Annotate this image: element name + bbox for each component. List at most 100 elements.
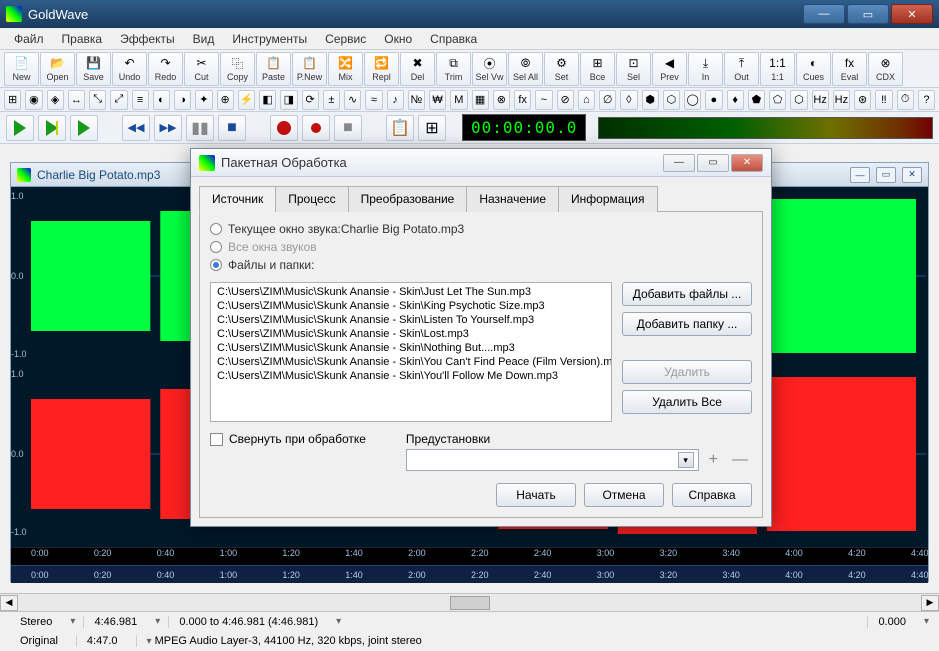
scroll-left-button[interactable]: ◀ — [0, 595, 18, 611]
delete-all-button[interactable]: Удалить Все — [622, 390, 752, 414]
menu-item-эффекты[interactable]: Эффекты — [112, 30, 183, 48]
toolbar-repl-button[interactable]: 🔁Repl — [364, 52, 399, 86]
toolbar-mix-button[interactable]: 🔀Mix — [328, 52, 363, 86]
horizontal-scrollbar[interactable]: ◀ ▶ — [0, 593, 939, 611]
minimize-button[interactable]: — — [803, 4, 845, 24]
menu-item-вид[interactable]: Вид — [185, 30, 223, 48]
fx-button-0[interactable]: ⊞ — [4, 90, 21, 110]
toolbar-cues-button[interactable]: ◐Cues — [796, 52, 831, 86]
toolbar-prev-button[interactable]: ◀Prev — [652, 52, 687, 86]
forward-button[interactable]: ▶▶ — [154, 115, 182, 141]
rewind-button[interactable]: ◀◀ — [122, 115, 150, 141]
play-loop-button[interactable] — [70, 115, 98, 141]
fx-button-29[interactable]: ◊ — [620, 90, 637, 110]
radio-files-folders[interactable]: Файлы и папки: — [210, 258, 752, 272]
fx-button-42[interactable]: ⏱ — [897, 90, 914, 110]
toolbar-undo-button[interactable]: ↶Undo — [112, 52, 147, 86]
toolbar-p-new-button[interactable]: 📋P.New — [292, 52, 327, 86]
fx-button-15[interactable]: ± — [323, 90, 340, 110]
fx-button-34[interactable]: ♦ — [727, 90, 744, 110]
preset-remove-button[interactable]: — — [728, 451, 752, 469]
fx-button-33[interactable]: ● — [705, 90, 722, 110]
menu-item-сервис[interactable]: Сервис — [317, 30, 374, 48]
add-files-button[interactable]: Добавить файлы ... — [622, 282, 752, 306]
tab-источник[interactable]: Источник — [199, 186, 276, 212]
toolbar-del-button[interactable]: ✖Del — [400, 52, 435, 86]
toolbar-open-button[interactable]: 📂Open — [40, 52, 75, 86]
start-button[interactable]: Начать — [496, 483, 576, 507]
pause-button[interactable]: ▮▮ — [186, 115, 214, 141]
minimize-checkbox-row[interactable]: Свернуть при обработке — [210, 432, 366, 446]
toolbar-save-button[interactable]: 💾Save — [76, 52, 111, 86]
fx-button-12[interactable]: ◧ — [259, 90, 276, 110]
toolbar-cut-button[interactable]: ✂Cut — [184, 52, 219, 86]
fx-button-28[interactable]: ∅ — [599, 90, 616, 110]
fx-button-13[interactable]: ◨ — [280, 90, 297, 110]
fx-button-32[interactable]: ◯ — [684, 90, 701, 110]
fx-button-14[interactable]: ⟳ — [302, 90, 319, 110]
fx-button-27[interactable]: ⌂ — [578, 90, 595, 110]
fx-button-3[interactable]: ↔ — [68, 90, 85, 110]
preset-dropdown[interactable]: ▾ — [406, 449, 699, 471]
toolbar-redo-button[interactable]: ↷Redo — [148, 52, 183, 86]
fx-button-36[interactable]: ⬠ — [769, 90, 786, 110]
play-yellow-button[interactable] — [38, 115, 66, 141]
dialog-minimize-button[interactable]: — — [663, 154, 695, 172]
fx-button-39[interactable]: Hz — [833, 90, 850, 110]
fx-button-20[interactable]: ₩ — [429, 90, 446, 110]
audio-close-button[interactable]: ✕ — [902, 167, 922, 183]
tab-информация[interactable]: Информация — [558, 186, 657, 212]
fx-button-35[interactable]: ⬟ — [748, 90, 765, 110]
fx-button-23[interactable]: ⊗ — [493, 90, 510, 110]
fx-button-1[interactable]: ◉ — [25, 90, 42, 110]
file-list-item[interactable]: C:\Users\ZIM\Music\Skunk Anansie - Skin\… — [213, 299, 609, 313]
toolbar-new-button[interactable]: 📄New — [4, 52, 39, 86]
fx-button-25[interactable]: ~ — [535, 90, 552, 110]
toolbar-sel-vw-button[interactable]: ⦿Sel Vw — [472, 52, 507, 86]
close-button[interactable]: ✕ — [891, 4, 933, 24]
maximize-button[interactable]: ▭ — [847, 4, 889, 24]
toolbar-out-button[interactable]: ⤒Out — [724, 52, 759, 86]
stop-button[interactable]: ■ — [218, 115, 246, 141]
record-button[interactable] — [270, 115, 298, 141]
toolbar-sel-all-button[interactable]: ⦾Sel All — [508, 52, 543, 86]
menu-item-правка[interactable]: Правка — [54, 30, 111, 48]
dialog-maximize-button[interactable]: ▭ — [697, 154, 729, 172]
cancel-button[interactable]: Отмена — [584, 483, 664, 507]
fx-button-6[interactable]: ≡ — [132, 90, 149, 110]
fx-button-37[interactable]: ⬡ — [790, 90, 807, 110]
toolbar-copy-button[interactable]: ⿻Copy — [220, 52, 255, 86]
file-list-item[interactable]: C:\Users\ZIM\Music\Skunk Anansie - Skin\… — [213, 341, 609, 355]
fx-button-41[interactable]: ‼ — [875, 90, 892, 110]
file-list-item[interactable]: C:\Users\ZIM\Music\Skunk Anansie - Skin\… — [213, 369, 609, 383]
fx-button-9[interactable]: ✦ — [195, 90, 212, 110]
fx-button-26[interactable]: ⊘ — [557, 90, 574, 110]
fx-button-7[interactable]: ◐ — [153, 90, 170, 110]
fx-button-24[interactable]: fx — [514, 90, 531, 110]
toolbar-eval-button[interactable]: fxEval — [832, 52, 867, 86]
fx-button-22[interactable]: ▦ — [472, 90, 489, 110]
audio-minimize-button[interactable]: — — [850, 167, 870, 183]
toolbar-cdx-button[interactable]: ⊗CDX — [868, 52, 903, 86]
radio-current-window[interactable]: Текущее окно звука:Charlie Big Potato.mp… — [210, 222, 752, 236]
audio-maximize-button[interactable]: ▭ — [876, 167, 896, 183]
fx-button-40[interactable]: ⊛ — [854, 90, 871, 110]
fx-button-8[interactable]: ◑ — [174, 90, 191, 110]
record-pause-button[interactable] — [302, 115, 330, 141]
toolbar-sel-button[interactable]: ⊡Sel — [616, 52, 651, 86]
tab-назначение[interactable]: Назначение — [466, 186, 559, 212]
fx-button-18[interactable]: ♪ — [387, 90, 404, 110]
dialog-close-button[interactable]: ✕ — [731, 154, 763, 172]
fx-button-10[interactable]: ⊕ — [217, 90, 234, 110]
scroll-thumb[interactable] — [450, 596, 490, 610]
fx-button-17[interactable]: ≈ — [365, 90, 382, 110]
tab-процесс[interactable]: Процесс — [275, 186, 348, 212]
properties-button[interactable]: 📋 — [386, 115, 414, 141]
fx-button-38[interactable]: Hz — [812, 90, 829, 110]
play-green-button[interactable] — [6, 115, 34, 141]
dialog-title-bar[interactable]: Пакетная Обработка — ▭ ✕ — [191, 149, 771, 177]
file-list-item[interactable]: C:\Users\ZIM\Music\Skunk Anansie - Skin\… — [213, 285, 609, 299]
record-stop-button[interactable]: ■ — [334, 115, 362, 141]
delete-button[interactable]: Удалить — [622, 360, 752, 384]
menu-item-инструменты[interactable]: Инструменты — [224, 30, 315, 48]
